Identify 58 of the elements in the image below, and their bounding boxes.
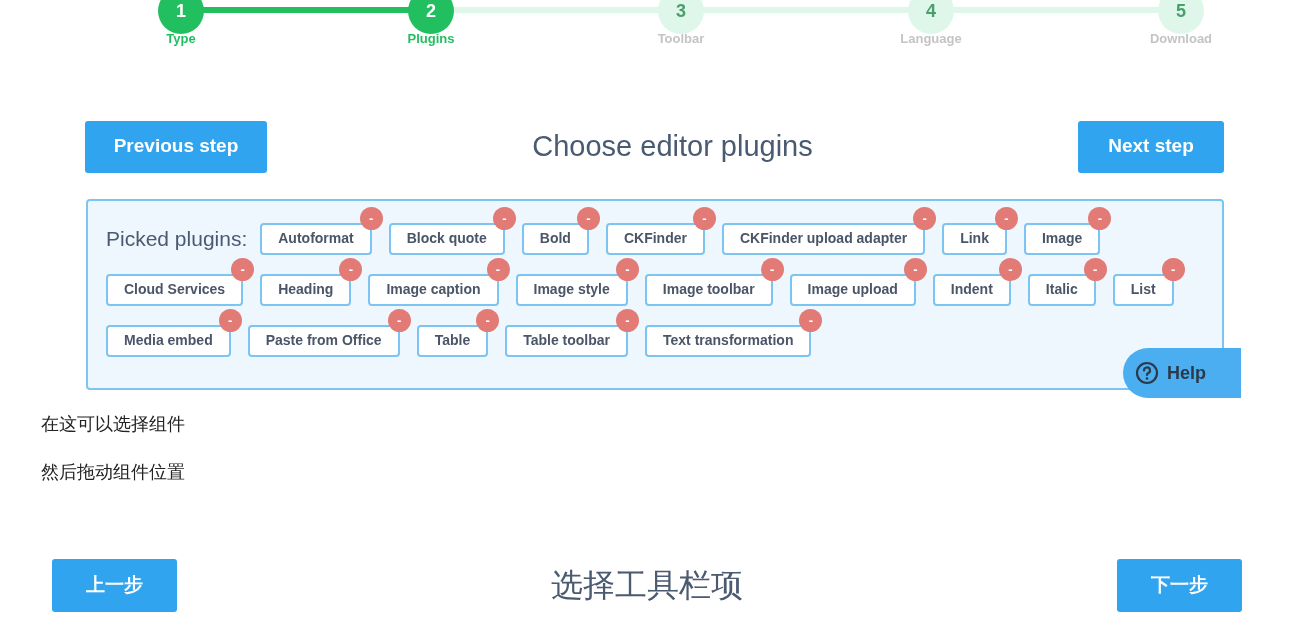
remove-button[interactable]: -: [576, 206, 600, 230]
previous-step-button[interactable]: Previous step: [85, 120, 267, 173]
help-icon: [1135, 361, 1159, 385]
step-number[interactable]: 4: [908, 0, 954, 34]
remove-button[interactable]: -: [903, 257, 927, 281]
remove-button[interactable]: -: [616, 308, 640, 332]
help-button[interactable]: Help: [1123, 348, 1241, 398]
plugin-tag[interactable]: CKFinder: [605, 222, 705, 255]
note-text: 在这可以选择组件: [41, 412, 186, 436]
plugin-tag[interactable]: Table: [416, 324, 489, 357]
remove-button[interactable]: -: [1161, 257, 1185, 281]
remove-button[interactable]: -: [760, 257, 784, 281]
plugin-tag[interactable]: Paste from Office: [247, 324, 400, 357]
plugin-tag[interactable]: Autoformat: [260, 222, 372, 255]
step-number[interactable]: 2: [408, 0, 454, 34]
plugin-tag[interactable]: Table toolbar: [505, 324, 629, 357]
remove-button[interactable]: -: [359, 206, 383, 230]
plugin-tag[interactable]: Heading: [260, 273, 352, 306]
plugin-tag[interactable]: Media embed: [106, 324, 231, 357]
remove-button[interactable]: -: [913, 206, 937, 230]
remove-button[interactable]: -: [994, 206, 1018, 230]
plugin-tag[interactable]: Italic: [1027, 273, 1096, 306]
plugin-tag[interactable]: Cloud Services: [106, 273, 244, 306]
remove-button[interactable]: -: [387, 308, 411, 332]
plugin-tag[interactable]: List: [1112, 273, 1174, 306]
remove-button[interactable]: -: [476, 308, 500, 332]
plugin-tag[interactable]: CKFinder upload adapter: [721, 222, 926, 255]
plugin-tag[interactable]: Image style: [515, 273, 628, 306]
plugin-tag[interactable]: Image upload: [789, 273, 916, 306]
previous-step-button[interactable]: 上一步: [52, 558, 177, 612]
plugin-tag[interactable]: Link: [942, 222, 1007, 255]
next-step-button[interactable]: 下一步: [1117, 558, 1242, 612]
remove-button[interactable]: -: [692, 206, 716, 230]
remove-button[interactable]: -: [998, 257, 1022, 281]
remove-button[interactable]: -: [486, 257, 510, 281]
plugin-tag[interactable]: Block quote: [388, 222, 505, 255]
remove-button[interactable]: -: [339, 257, 363, 281]
section-title: 选择工具栏项: [551, 566, 743, 605]
remove-button[interactable]: -: [1088, 206, 1112, 230]
remove-button[interactable]: -: [615, 257, 639, 281]
plugin-tag[interactable]: Image toolbar: [644, 273, 773, 306]
picked-plugins-label: Picked plugins:: [106, 225, 248, 252]
plugin-tag[interactable]: Text transformation: [645, 324, 812, 357]
note-text: 然后拖动组件位置: [41, 460, 186, 484]
remove-button[interactable]: -: [231, 257, 255, 281]
remove-button[interactable]: -: [218, 308, 242, 332]
next-step-button[interactable]: Next step: [1078, 120, 1224, 173]
remove-button[interactable]: -: [799, 308, 823, 332]
step-number[interactable]: 3: [658, 0, 704, 34]
plugin-tag[interactable]: Image: [1023, 222, 1101, 255]
remove-button[interactable]: -: [1083, 257, 1107, 281]
step-number[interactable]: 1: [158, 0, 204, 34]
remove-button[interactable]: -: [492, 206, 516, 230]
step-number[interactable]: 5: [1158, 0, 1204, 34]
plugin-tag[interactable]: Bold: [521, 222, 589, 255]
page-title: Choose editor plugins: [532, 128, 813, 164]
plugin-tag[interactable]: Indent: [932, 273, 1011, 306]
plugin-tag[interactable]: Image caption: [368, 273, 499, 306]
